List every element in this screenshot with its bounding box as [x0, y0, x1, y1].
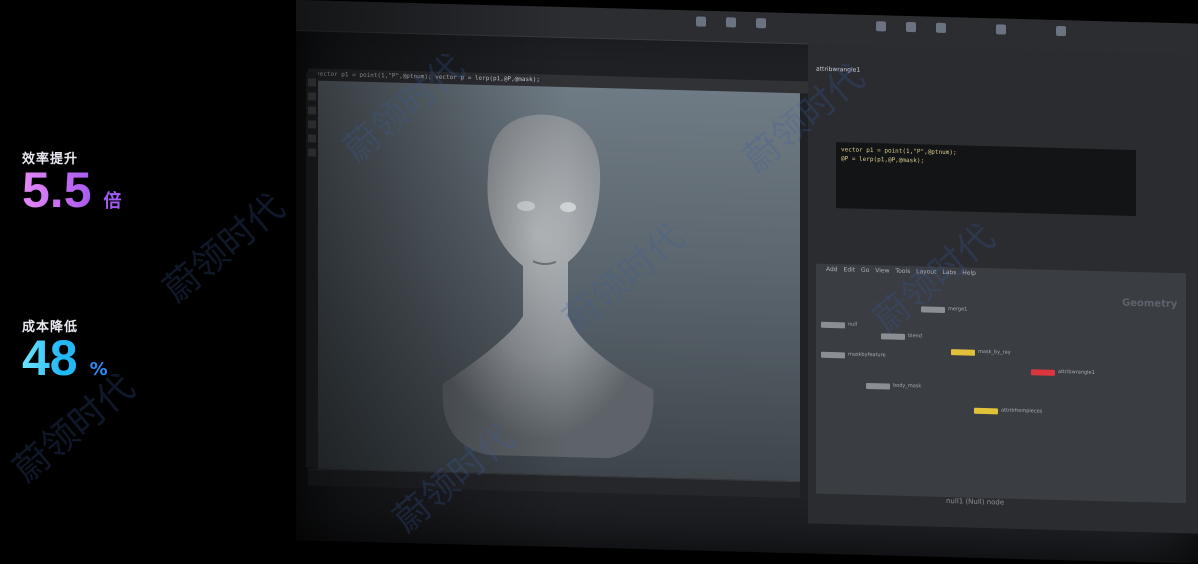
head-model — [442, 114, 654, 459]
node-label: attribfrompieces — [1001, 407, 1043, 415]
node-label: null — [848, 321, 858, 328]
efficiency-unit: 倍 — [103, 191, 122, 212]
node-label: mask_by_ray — [978, 348, 1011, 356]
shelf-toolbar — [296, 0, 1198, 55]
shelf-tool-icon[interactable] — [1056, 25, 1066, 37]
camera-tool-icon[interactable] — [308, 148, 316, 157]
shelf-tool-icon[interactable] — [726, 17, 736, 28]
cost-unit: % — [89, 359, 108, 380]
efficiency-stat: 效率提升 5.5 倍 — [22, 148, 122, 215]
node-mask-by-ray[interactable] — [951, 349, 975, 356]
node-merge[interactable] — [921, 306, 945, 313]
cost-stat: 成本降低 48 % — [22, 316, 108, 383]
node-label: maskbyfeature — [848, 351, 886, 359]
efficiency-value: 5.5 — [22, 162, 92, 218]
3d-viewport[interactable] — [318, 80, 800, 482]
shelf-tool-icon[interactable] — [936, 22, 946, 34]
move-tool-icon[interactable] — [308, 92, 316, 101]
node-attribfrompieces[interactable] — [974, 407, 998, 415]
scale-tool-icon[interactable] — [308, 120, 316, 129]
cost-value-row: 48 % — [22, 333, 108, 383]
cost-value: 48 — [22, 330, 78, 386]
vex-code-editor[interactable]: vector p1 = point(1,"P",@ptnum); @P = le… — [836, 142, 1136, 216]
stats-panel: 效率提升 5.5 倍 成本降低 48 % — [0, 0, 290, 555]
node-label: body_mask — [893, 382, 922, 390]
node-attribwrangle[interactable] — [1031, 369, 1055, 376]
view-tool-icon[interactable] — [308, 134, 316, 143]
network-context-label: Geometry — [1122, 297, 1178, 311]
node-null[interactable] — [821, 321, 845, 329]
node-info-label: null1 (Null) node — [946, 497, 1005, 507]
shelf-tool-icon[interactable] — [996, 24, 1006, 35]
node-label: blend — [908, 333, 922, 340]
node-blend[interactable] — [881, 333, 905, 340]
monitor-screen: vector p1 = point(1,"P",@ptnum); vector … — [296, 0, 1198, 564]
select-tool-icon[interactable] — [308, 78, 316, 87]
shelf-tool-icon[interactable] — [876, 21, 886, 32]
viewport-tool-strip — [306, 72, 318, 468]
shelf-tool-icon[interactable] — [906, 21, 916, 33]
node-body-mask[interactable] — [866, 382, 890, 390]
parameter-node-name: attribwrangle1 — [816, 65, 861, 74]
shelf-tool-icon[interactable] — [696, 16, 706, 27]
node-label: merge1 — [948, 306, 968, 313]
shelf-tool-icon[interactable] — [756, 18, 766, 29]
rotate-tool-icon[interactable] — [308, 106, 316, 115]
efficiency-value-row: 5.5 倍 — [22, 165, 122, 215]
node-label: attribwrangle1 — [1058, 368, 1095, 376]
node-maskbyfeature[interactable] — [821, 351, 845, 359]
